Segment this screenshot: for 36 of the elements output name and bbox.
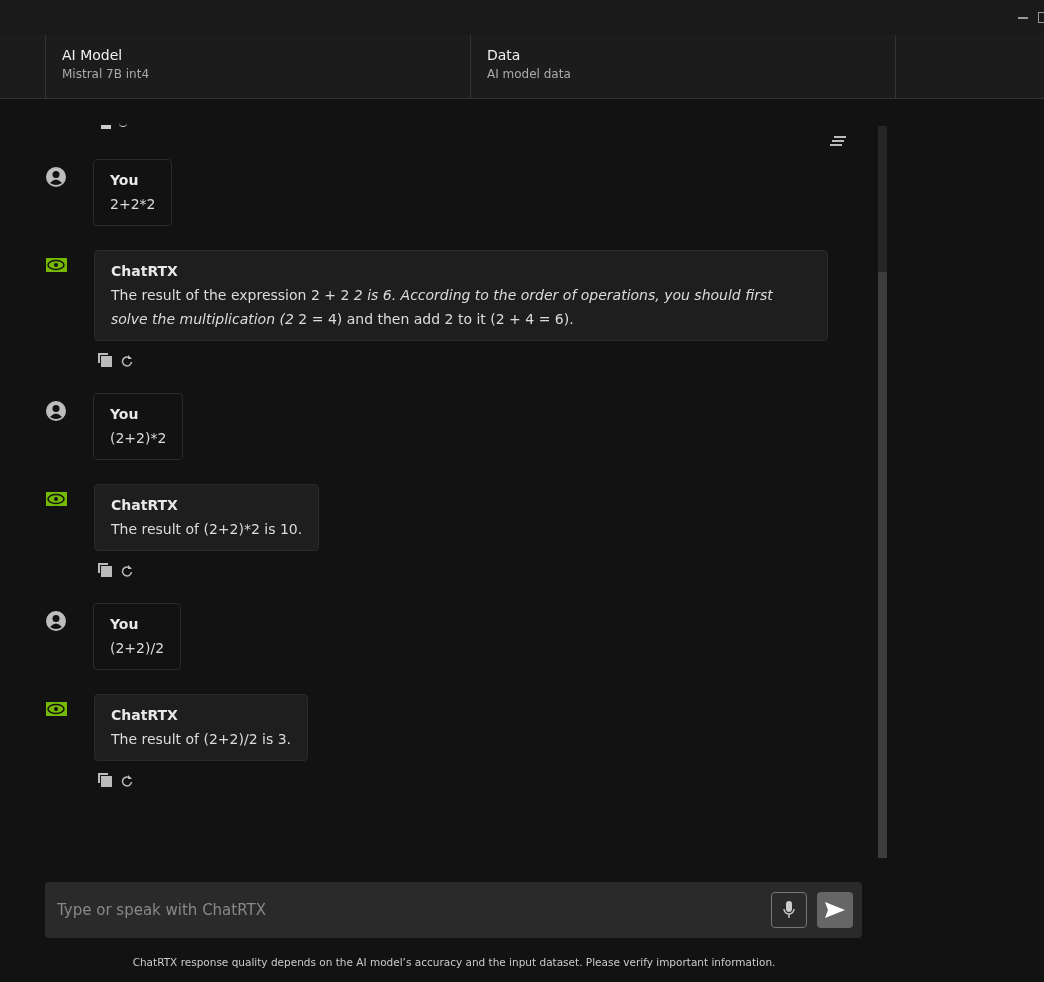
message-text: The result of (2+2)*2 is 10. [111,520,303,539]
sender-name: ChatRTX [111,263,179,279]
chat-input-bar[interactable]: Type or speak with ChatRTX [45,882,862,938]
user-avatar-icon [46,401,66,421]
sort-icon[interactable] [830,136,846,146]
sender-name: You [110,172,140,188]
eye-logo-icon [46,702,67,716]
minimize-icon[interactable] [1018,16,1028,19]
panel-title: Data [487,47,522,63]
sender-name: You [110,616,140,632]
user-avatar-icon [46,611,66,631]
message-text: (2+2)*2 [110,429,167,448]
microphone-icon [783,901,795,919]
eye-logo-icon [46,492,67,506]
eye-logo-icon [46,258,67,272]
message-text: The result of the expression 2 + 2 2 is 6. According to the order of operations, you should first solve the multiplication (2 2 = 4) and then add 2 to it (2 + 4 = 6). [111,286,774,329]
header-panel[interactable]: AI Model Mistral 7B int4 [46,35,471,98]
panel-value: Mistral 7B int4 [62,67,151,81]
user-avatar-icon [46,167,66,187]
microphone-button[interactable] [771,892,807,928]
disclaimer-text: ChatRTX response quality depends on the AI model’s accuracy and the input dataset. Please verify important information. [131,956,777,968]
message-text: 2+2*2 [110,195,156,214]
send-button[interactable] [817,892,853,928]
chat-input-field[interactable]: Type or speak with ChatRTX [55,900,761,920]
panel-title: AI Model [62,47,124,63]
scrollbar-thumb[interactable] [878,272,887,858]
maximize-icon[interactable] [1038,12,1044,23]
send-icon [825,902,845,918]
sender-name: ChatRTX [111,707,179,723]
sender-name: You [110,406,140,422]
panel-value: AI model data [487,67,572,81]
message-text: The result of (2+2)/2 is 3. [111,730,292,749]
header-panel[interactable]: Data AI model data [471,35,896,98]
message-text: (2+2)/2 [110,639,165,658]
scrollbar[interactable] [878,126,887,858]
sender-name: ChatRTX [111,497,179,513]
